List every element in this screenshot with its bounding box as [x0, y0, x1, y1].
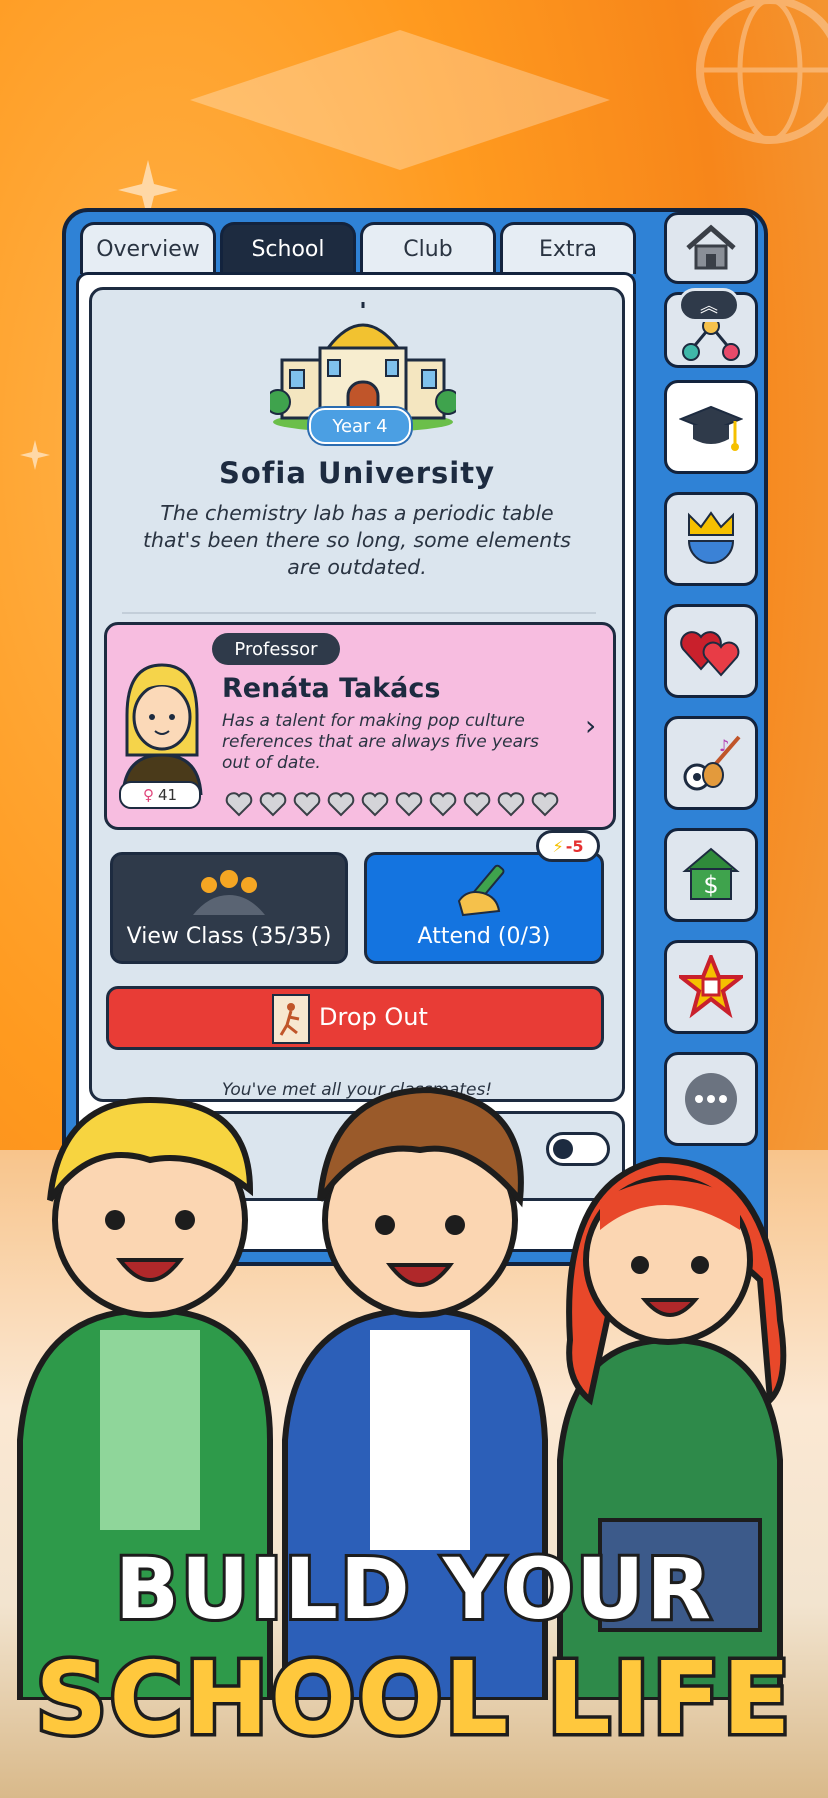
tagline: BUILD YOUR SCHOOL LIFE — [0, 1537, 828, 1798]
heart-icon — [429, 792, 457, 817]
divider — [122, 612, 596, 614]
attend-label: Attend (0/3) — [417, 924, 551, 949]
graduation-cap-decoration-icon — [190, 30, 610, 170]
tab-bar: Overview School Club Extra — [80, 222, 636, 274]
professor-age: 41 — [157, 786, 178, 804]
sidebar-world-button[interactable] — [664, 492, 758, 586]
scroll-up-button[interactable]: ︽ — [678, 288, 740, 322]
globe-decoration-icon — [696, 0, 828, 144]
classmates-icon — [193, 870, 265, 915]
sidebar-relationships-button[interactable] — [664, 604, 758, 698]
svg-text:$: $ — [703, 871, 718, 899]
chevron-double-up-icon: ︽ — [700, 296, 718, 317]
energy-cost-value: -5 — [565, 836, 584, 856]
star-trophy-icon — [679, 955, 743, 1019]
sidebar-achievements-button[interactable] — [664, 940, 758, 1034]
professor-badge: Professor — [212, 633, 340, 665]
professor-description: Has a talent for making pop culture refe… — [222, 711, 539, 773]
tab-extra[interactable]: Extra — [500, 222, 636, 274]
heart-icon — [395, 792, 423, 817]
lightning-icon: ⚡ — [552, 836, 564, 856]
home-icon — [686, 224, 736, 270]
hearts-icon — [680, 631, 740, 677]
heart-icon — [259, 792, 287, 817]
sidebar-hobbies-button[interactable]: ♪ — [664, 716, 758, 810]
tagline-line-2: SCHOOL LIFE — [32, 1637, 794, 1761]
writing-hand-icon — [457, 864, 505, 917]
heart-icon — [225, 792, 253, 817]
view-class-label: View Class (35/35) — [126, 924, 332, 949]
sidebar-finance-button[interactable]: $ — [664, 828, 758, 922]
chevron-right-icon[interactable]: › — [585, 709, 596, 742]
year-badge: Year 4 — [309, 408, 411, 444]
professor-card[interactable]: Professor ♀ 41 Renáta Takács Has a talen… — [104, 622, 616, 830]
network-icon — [682, 318, 740, 361]
tab-overview[interactable]: Overview — [80, 222, 216, 274]
heart-icon — [327, 792, 355, 817]
sidebar-school-button[interactable] — [664, 380, 758, 474]
heart-icon — [531, 792, 559, 817]
tab-club[interactable]: Club — [360, 222, 496, 274]
attend-button[interactable]: Attend (0/3) — [364, 852, 604, 964]
heart-icon — [293, 792, 321, 817]
female-icon: ♀ — [142, 786, 154, 804]
tagline-line-1: BUILD YOUR — [112, 1537, 714, 1641]
energy-cost-badge: ⚡ -5 — [536, 830, 600, 862]
drop-out-button[interactable]: Drop Out — [106, 986, 604, 1050]
school-description: The chemistry lab has a periodic table t… — [143, 501, 571, 579]
relationship-hearts — [225, 791, 559, 817]
exit-door-icon — [272, 994, 310, 1044]
school-card: Year 4 Sofia University The chemistry la… — [89, 287, 625, 1102]
tab-school[interactable]: School — [220, 222, 356, 274]
heart-icon — [463, 792, 491, 817]
professor-avatar — [121, 663, 203, 795]
hobbies-icon: ♪ — [683, 735, 741, 791]
crown-globe-icon — [687, 511, 735, 564]
professor-age-badge: ♀ 41 — [119, 781, 201, 809]
heart-icon — [361, 792, 389, 817]
app-screen: Overview School Club Extra Year 4 Sofia … — [0, 0, 828, 1798]
drop-out-label: Drop Out — [319, 1003, 428, 1031]
graduation-cap-icon — [679, 405, 743, 451]
house-money-icon: $ — [682, 847, 740, 900]
sparkle-icon — [20, 440, 50, 470]
sidebar-home-button[interactable] — [664, 212, 758, 284]
school-name: Sofia University — [218, 456, 495, 490]
heart-icon — [497, 792, 525, 817]
view-class-button[interactable]: View Class (35/35) — [110, 852, 348, 964]
professor-name: Renáta Takács — [222, 673, 441, 704]
svg-text:♪: ♪ — [719, 736, 729, 755]
